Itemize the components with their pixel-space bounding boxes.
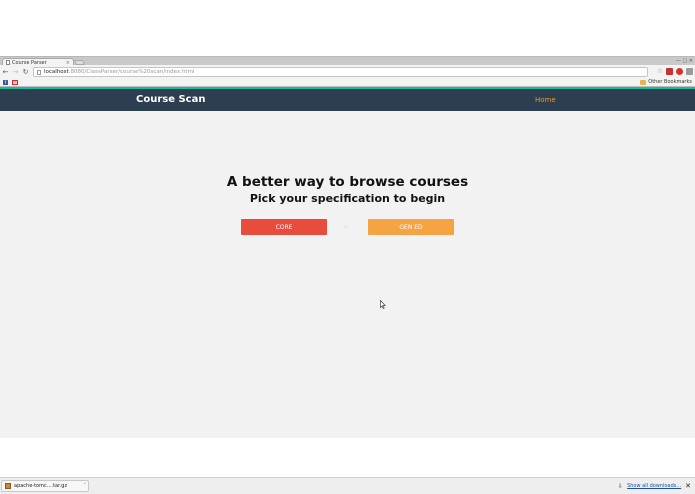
or-divider: or	[344, 224, 350, 230]
page-icon	[37, 69, 41, 75]
gmail-icon[interactable]: M	[12, 80, 18, 85]
forward-icon[interactable]: →	[11, 68, 20, 76]
archive-icon	[5, 483, 11, 489]
tab-strip: Course Parser × — ▢ ✕	[0, 56, 695, 66]
window-controls[interactable]: — ▢ ✕	[676, 58, 693, 64]
toolbar-icons: ☆	[657, 68, 693, 75]
chevron-down-icon[interactable]: ˅	[84, 483, 87, 489]
url-host: localhost	[44, 69, 69, 75]
extension-icon[interactable]	[666, 68, 673, 75]
download-shelf-actions: ⇩ Show all downloads... ✕	[618, 482, 691, 490]
download-file-name: apache-tomc....tar.gz	[14, 483, 68, 489]
other-bookmarks[interactable]: Other Bookmarks	[640, 79, 692, 85]
bookmarks-bar: f M Other Bookmarks	[0, 79, 695, 87]
facebook-icon[interactable]: f	[3, 80, 8, 85]
star-icon[interactable]: ☆	[657, 68, 663, 75]
folder-icon	[640, 79, 647, 85]
site-navbar: Course Scan Home	[0, 87, 695, 111]
browser-toolbar: ← → ↻ localhost :8080/ClassParser/course…	[0, 65, 695, 79]
address-bar[interactable]: localhost :8080/ClassParser/course%20sca…	[33, 67, 648, 77]
page-subtitle: Pick your specification to begin	[249, 192, 446, 205]
show-all-downloads-link[interactable]: Show all downloads...	[627, 483, 681, 489]
download-shelf: apache-tomc....tar.gz ˅ ⇩ Show all downl…	[0, 477, 695, 494]
close-icon[interactable]: ✕	[685, 482, 691, 490]
back-icon[interactable]: ←	[1, 68, 10, 76]
download-arrow-icon: ⇩	[618, 482, 624, 490]
url-path: :8080/ClassParser/course%20scan/index.ht…	[68, 69, 195, 75]
reload-icon[interactable]: ↻	[21, 68, 30, 76]
extension-icon[interactable]	[676, 68, 683, 75]
other-bookmarks-label: Other Bookmarks	[648, 79, 692, 85]
browser-window: Course Parser × — ▢ ✕ ← → ↻ localhost :8…	[0, 56, 695, 494]
page-title: A better way to browse courses	[226, 174, 469, 190]
download-item[interactable]: apache-tomc....tar.gz ˅	[1, 480, 89, 492]
core-button[interactable]: CORE	[241, 219, 327, 235]
extension-icon[interactable]	[686, 68, 693, 75]
nav-home-link[interactable]: Home	[535, 96, 556, 104]
brand-logo[interactable]: Course Scan	[136, 94, 205, 105]
gen-ed-button[interactable]: GEN ED	[368, 219, 454, 235]
cursor-icon	[380, 300, 386, 309]
